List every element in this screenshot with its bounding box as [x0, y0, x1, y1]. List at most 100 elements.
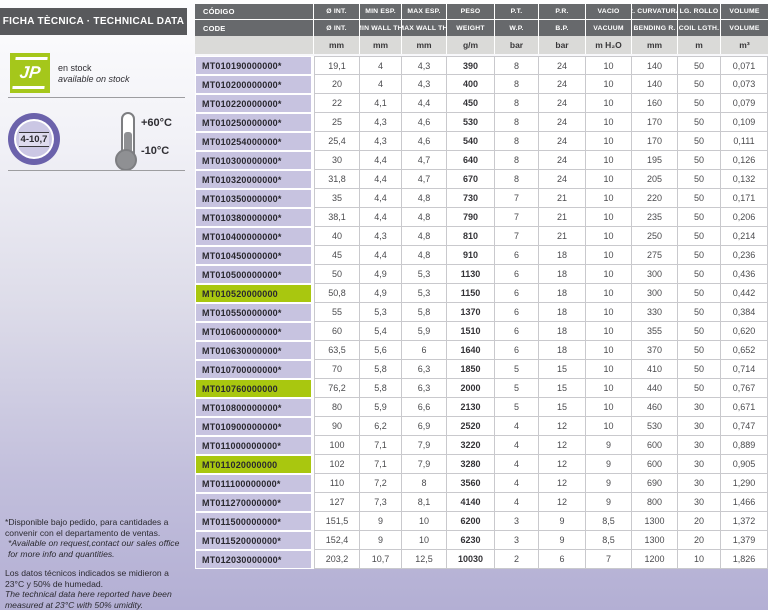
- value-cell: 25,4: [314, 132, 360, 151]
- value-cell: 1640: [447, 341, 495, 360]
- value-cell: 6: [539, 550, 586, 569]
- value-cell: 50: [678, 322, 721, 341]
- value-cell: 10: [586, 341, 632, 360]
- value-cell: 24: [539, 94, 586, 113]
- value-cell: 0,236: [721, 246, 768, 265]
- value-cell: 250: [632, 227, 678, 246]
- value-cell: 24: [539, 56, 586, 75]
- value-cell: 60: [314, 322, 360, 341]
- jp-logo-text: JP: [12, 57, 47, 89]
- value-cell: 9: [586, 455, 632, 474]
- value-cell: 50: [678, 341, 721, 360]
- value-cell: 4,6: [402, 132, 447, 151]
- header-cell: CODE: [195, 20, 314, 36]
- unit-cell: mm: [632, 36, 678, 54]
- stock-line-es: en stock: [58, 63, 130, 74]
- divider: [8, 97, 185, 98]
- value-cell: 0,132: [721, 170, 768, 189]
- value-cell: 7: [586, 550, 632, 569]
- value-cell: 50,8: [314, 284, 360, 303]
- value-cell: 152,4: [314, 531, 360, 550]
- value-cell: 4,4: [360, 170, 402, 189]
- table-row: MT010550000000* 55 5,3 5,8 1370 6 18 10 …: [195, 303, 768, 322]
- value-cell: 0,109: [721, 113, 768, 132]
- value-cell: 4,9: [360, 265, 402, 284]
- value-cell: 38,1: [314, 208, 360, 227]
- technical-data-table: CÓDIGOØ INT.MIN ESP.MAX ESP.PESOP.T.P.R.…: [195, 4, 768, 569]
- value-cell: 12: [539, 474, 586, 493]
- value-cell: 24: [539, 113, 586, 132]
- code-cell: MT010600000000*: [196, 323, 311, 340]
- value-cell: 0,442: [721, 284, 768, 303]
- value-cell: 4,7: [402, 170, 447, 189]
- value-cell: 7,3: [360, 493, 402, 512]
- value-cell: 18: [539, 284, 586, 303]
- value-cell: 7: [495, 208, 539, 227]
- value-cell: 0,436: [721, 265, 768, 284]
- value-cell: 5,3: [360, 303, 402, 322]
- value-cell: 5,8: [402, 303, 447, 322]
- value-cell: 1,466: [721, 493, 768, 512]
- value-cell: 4: [495, 417, 539, 436]
- code-cell: MT010500000000*: [196, 266, 311, 283]
- value-cell: 5,8: [360, 379, 402, 398]
- value-cell: 203,2: [314, 550, 360, 569]
- code-cell: MT010900000000*: [196, 418, 311, 435]
- value-cell: 670: [447, 170, 495, 189]
- value-cell: 640: [447, 151, 495, 170]
- value-cell: 19,1: [314, 56, 360, 75]
- code-cell: MT011020000000: [196, 456, 311, 473]
- value-cell: 6: [495, 246, 539, 265]
- table-row: MT010320000000* 31,8 4,4 4,7 670 8 24 10…: [195, 170, 768, 189]
- value-cell: 140: [632, 75, 678, 94]
- value-cell: 12: [539, 436, 586, 455]
- value-cell: 10: [586, 303, 632, 322]
- value-cell: 140: [632, 56, 678, 75]
- header-cell: R. CURVATURA: [632, 4, 678, 20]
- table-row: MT010254000000* 25,4 4,3 4,6 540 8 24 10…: [195, 132, 768, 151]
- value-cell: 50: [678, 208, 721, 227]
- table-row: MT010380000000* 38,1 4,4 4,8 790 7 21 10…: [195, 208, 768, 227]
- value-cell: 1,379: [721, 531, 768, 550]
- value-cell: 330: [632, 303, 678, 322]
- unit-cell: mm: [314, 36, 360, 54]
- value-cell: 90: [314, 417, 360, 436]
- code-cell: MT010200000000*: [196, 76, 311, 93]
- value-cell: 5: [495, 360, 539, 379]
- header-cell: VOLUME: [721, 20, 768, 36]
- table-row: MT010190000000* 19,1 4 4,3 390 8 24 10 1…: [195, 56, 768, 75]
- value-cell: 50: [678, 379, 721, 398]
- value-cell: 10: [586, 170, 632, 189]
- value-cell: 0,126: [721, 151, 768, 170]
- value-cell: 50: [678, 246, 721, 265]
- value-cell: 50: [678, 360, 721, 379]
- value-cell: 4,3: [402, 56, 447, 75]
- value-cell: 1850: [447, 360, 495, 379]
- table-row: MT010800000000* 80 5,9 6,6 2130 5 15 10 …: [195, 398, 768, 417]
- value-cell: 6230: [447, 531, 495, 550]
- value-cell: 18: [539, 303, 586, 322]
- value-cell: 24: [539, 170, 586, 189]
- table-row: MT010700000000* 70 5,8 6,3 1850 5 15 10 …: [195, 360, 768, 379]
- value-cell: 1,290: [721, 474, 768, 493]
- value-cell: 10,7: [360, 550, 402, 569]
- value-cell: 18: [539, 341, 586, 360]
- value-cell: 50: [678, 94, 721, 113]
- value-cell: 30: [314, 151, 360, 170]
- header-cell: VACUUM: [586, 20, 632, 36]
- value-cell: 195: [632, 151, 678, 170]
- value-cell: 24: [539, 132, 586, 151]
- value-cell: 355: [632, 322, 678, 341]
- value-cell: 8,1: [402, 493, 447, 512]
- value-cell: 10: [586, 379, 632, 398]
- value-cell: 3280: [447, 455, 495, 474]
- value-cell: 205: [632, 170, 678, 189]
- value-cell: 31,8: [314, 170, 360, 189]
- value-cell: 8,5: [586, 512, 632, 531]
- code-cell: MT010254000000*: [196, 133, 311, 150]
- value-cell: 80: [314, 398, 360, 417]
- value-cell: 30: [678, 436, 721, 455]
- value-cell: 5,3: [402, 284, 447, 303]
- value-cell: 18: [539, 322, 586, 341]
- value-cell: 220: [632, 189, 678, 208]
